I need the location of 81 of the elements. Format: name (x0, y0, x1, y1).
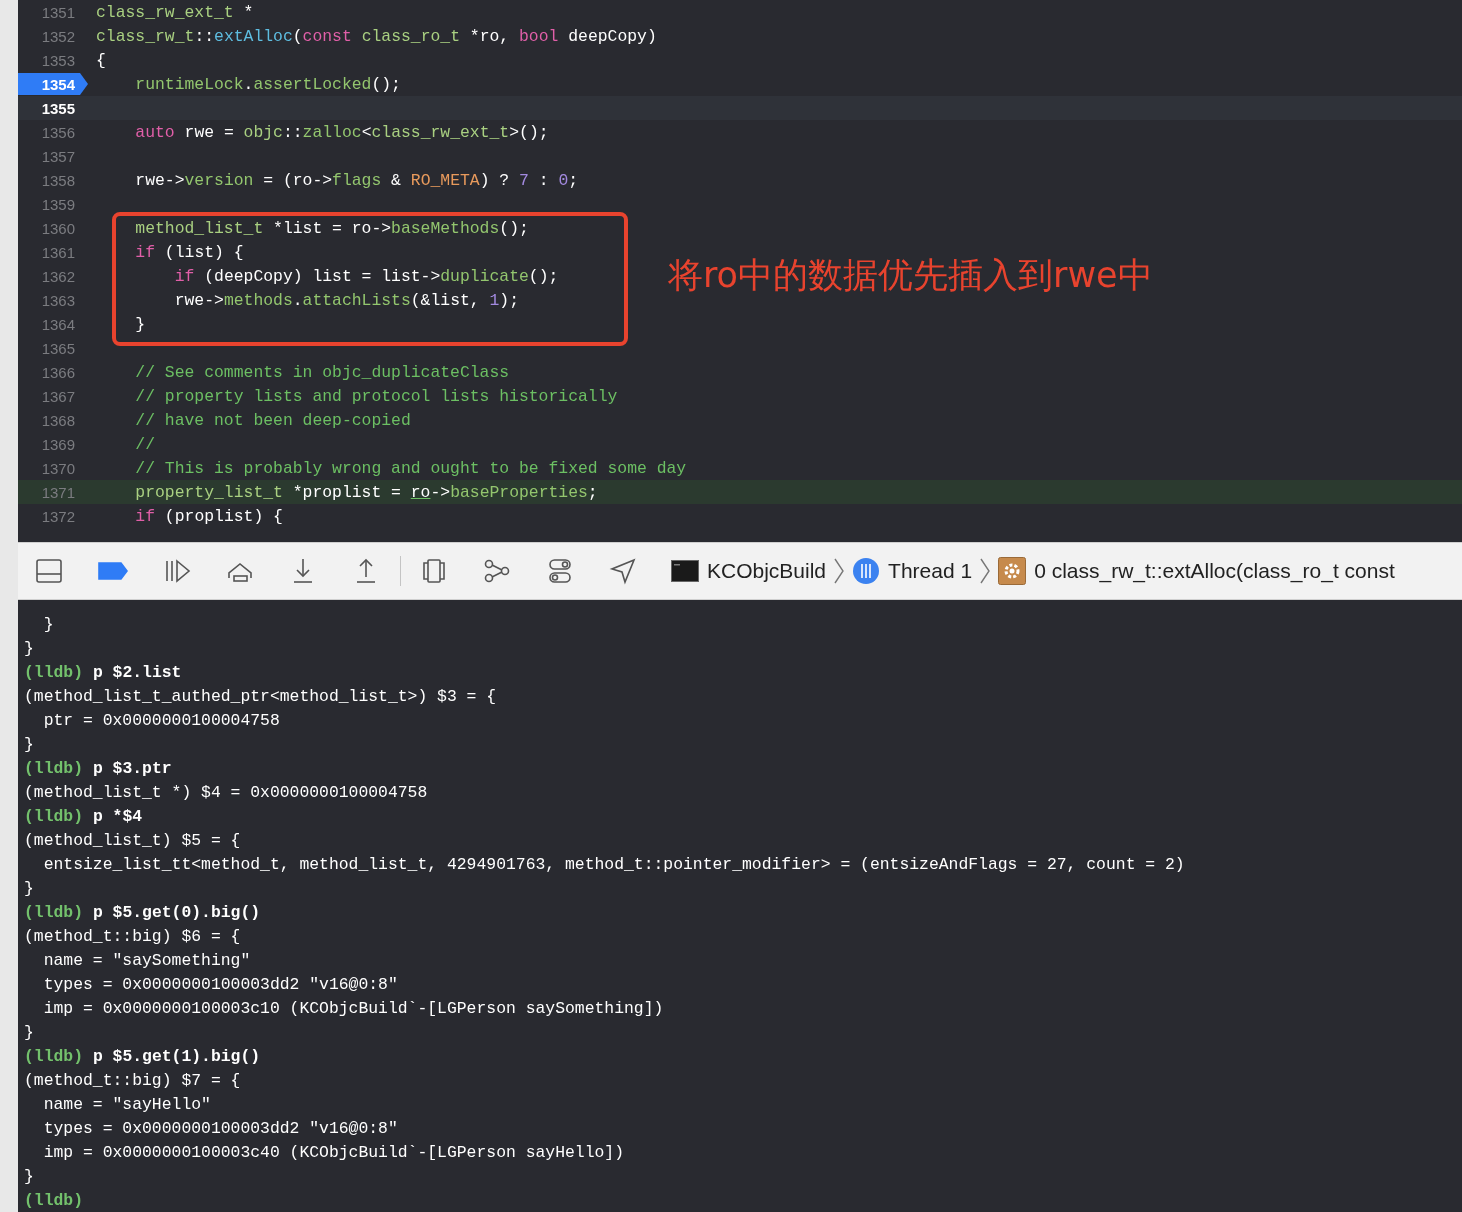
console-output: imp = 0x0000000100003c40 (KCObjcBuild`-[LGPerson sayHello]) (42, 1142, 624, 1164)
line-number: 1367 (41, 387, 75, 405)
console-command: p $5.get(1).big() (91, 1046, 261, 1068)
lldb-prompt: (lldb) (24, 902, 84, 924)
code-line: auto rwe = objc::zalloc<class_rw_ext_t>(); (134, 122, 549, 142)
line-number: 1360 (41, 219, 75, 237)
console-output: types = 0x0000000100003dd2 "v16@0:8" (42, 1118, 398, 1140)
code-line: runtimeLock.assertLocked(); (134, 74, 401, 94)
console-output: } (24, 638, 34, 660)
code-line: rwe->methods.attachLists(&list, 1); (173, 290, 519, 310)
code-line: property_list_t *proplist = ro->baseProperties; (134, 482, 598, 502)
thread-icon (852, 557, 881, 585)
line-number: 1368 (41, 411, 75, 429)
line-number: 1352 (41, 27, 75, 45)
chevron-icon (834, 557, 845, 585)
code-line: // This is probably wrong and ought to be fixed some day (134, 458, 687, 478)
line-number: 1366 (41, 363, 75, 381)
line-number: 1361 (41, 243, 75, 261)
location-arrow-icon[interactable] (608, 556, 638, 586)
console-command: p $2.list (91, 662, 182, 684)
code-line: if (list) { (134, 242, 244, 262)
chevron-icon (980, 557, 991, 585)
console-output: } (24, 1166, 34, 1188)
line-number: 1363 (41, 291, 75, 309)
console-command: p *$4 (91, 806, 143, 828)
console-output: } (24, 878, 34, 900)
code-line: class_rw_t::extAlloc(const class_ro_t *ro, bool deepCopy) (96, 26, 657, 46)
breadcrumb-item[interactable]: KCObjcBuild (707, 559, 827, 583)
console-output: } (24, 734, 34, 756)
line-number: 1354 (41, 75, 75, 93)
code-line: // property lists and protocol lists historically (134, 386, 618, 406)
code-line: // See comments in objc_duplicateClass (134, 362, 510, 382)
code-line: { (96, 50, 106, 70)
console-output: } (24, 1022, 34, 1044)
line-number: 1353 (41, 51, 75, 69)
hide-panel-icon[interactable] (34, 556, 64, 586)
line-number: 1359 (41, 195, 75, 213)
lldb-prompt: (lldb) (24, 1046, 84, 1068)
code-line: class_rw_ext_t * (96, 2, 254, 22)
line-number: 1370 (41, 459, 75, 477)
lldb-prompt: (lldb) (24, 758, 84, 780)
line-number: 1351 (41, 3, 75, 21)
console-output: entsize_list_tt<method_t, method_list_t, 4294901763, method_t::pointer_modifier> = (entsizeAndFlags = 27, count = 2) (42, 854, 1185, 876)
console-command: p $5.get(0).big() (91, 902, 261, 924)
console-output: ptr = 0x0000000100004758 (42, 710, 280, 732)
line-number: 1369 (41, 435, 75, 453)
code-line: if (proplist) { (134, 506, 283, 526)
gear-icon (998, 557, 1027, 585)
console-output: name = "sayHello" (42, 1094, 211, 1116)
code-line: } (134, 314, 146, 334)
console-command: p $3.ptr (91, 758, 172, 780)
console-output: (method_list_t_authed_ptr<method_list_t>) $3 = { (24, 686, 497, 708)
code-line: rwe->version = (ro->flags & RO_META) ? 7 : 0; (134, 170, 579, 190)
console-output: imp = 0x0000000100003c10 (KCObjcBuild`-[LGPerson saySomething]) (42, 998, 664, 1020)
lldb-prompt: (lldb) (24, 1190, 84, 1212)
code-line: method_list_t *list = ro->baseMethods(); (134, 218, 529, 238)
console-output: (method_list_t *) $4 = 0x0000000100004758 (24, 782, 428, 804)
console-output: (method_t::big) $6 = { (24, 926, 241, 948)
annotation-text: 将ro中的数据优先插入到rwe中 (668, 254, 1153, 297)
lldb-prompt: (lldb) (24, 662, 84, 684)
line-number: 1358 (41, 171, 75, 189)
console-output: types = 0x0000000100003dd2 "v16@0:8" (42, 974, 398, 996)
breadcrumb-item[interactable]: 0 class_rw_t::extAlloc(class_ro_t const (1034, 559, 1395, 583)
line-number: 1362 (41, 267, 75, 285)
line-number: 1364 (41, 315, 75, 333)
lldb-prompt: (lldb) (24, 806, 84, 828)
console-output: name = "saySomething" (42, 950, 251, 972)
code-line: // (134, 434, 156, 454)
line-number: 1355 (41, 99, 75, 117)
code-line: if (deepCopy) list = list->duplicate(); (173, 266, 559, 286)
line-number: 1357 (41, 147, 75, 165)
breadcrumb-item[interactable]: Thread 1 (888, 559, 973, 583)
terminal-icon (671, 560, 699, 582)
line-number: 1372 (41, 507, 75, 525)
line-number: 1356 (41, 123, 75, 141)
console-output: } (42, 614, 54, 636)
line-number: 1371 (41, 483, 75, 501)
console-output: (method_t::big) $7 = { (24, 1070, 241, 1092)
line-number: 1365 (41, 339, 75, 357)
code-line: // have not been deep-copied (134, 410, 411, 430)
console-output: (method_list_t) $5 = { (24, 830, 241, 852)
